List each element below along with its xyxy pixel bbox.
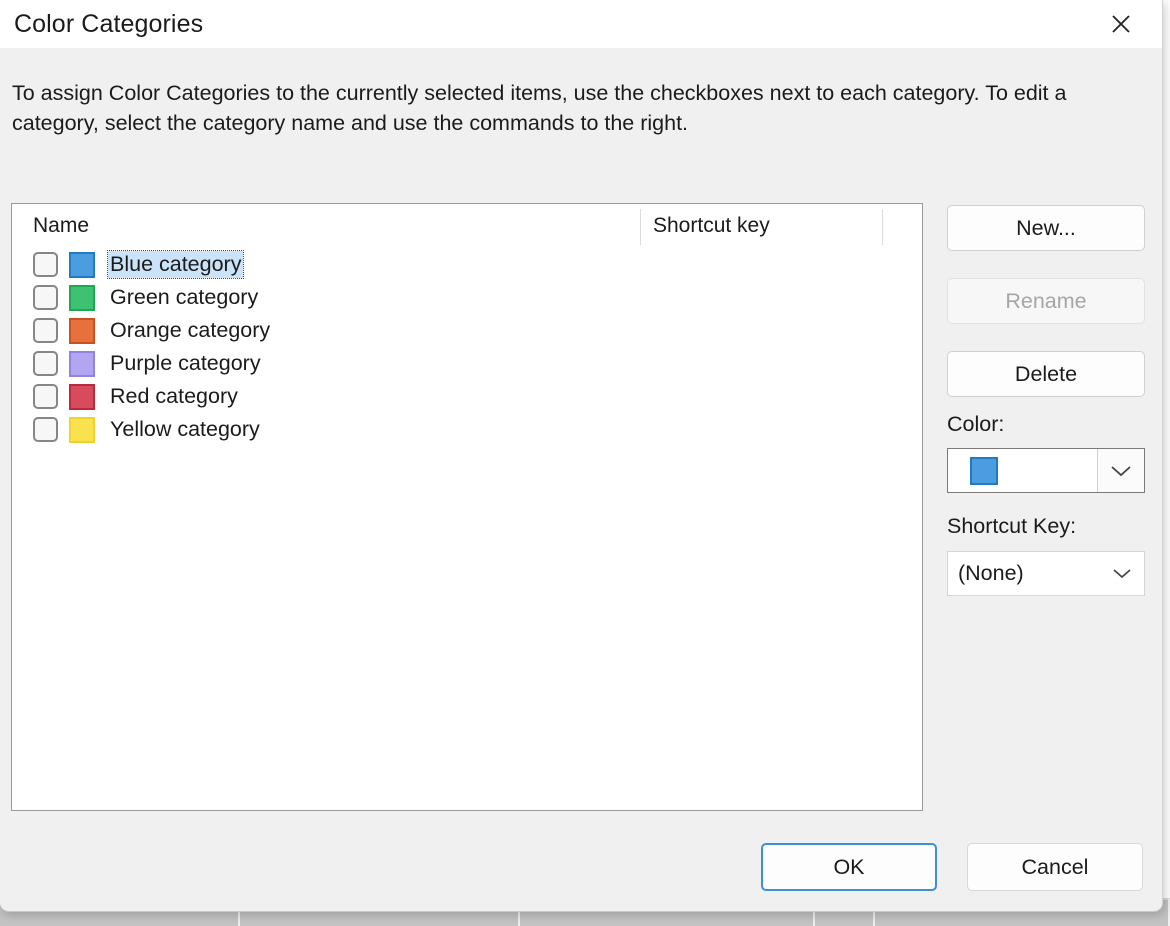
category-checkbox[interactable]	[33, 318, 58, 343]
chevron-down-icon[interactable]	[1100, 566, 1144, 581]
category-checkbox[interactable]	[33, 351, 58, 376]
table-row[interactable]: Orange category	[12, 314, 922, 347]
category-name-label[interactable]: Purple category	[108, 350, 263, 377]
new-category-button[interactable]: New...	[947, 205, 1145, 251]
dialog-title: Color Categories	[14, 10, 204, 38]
category-color-swatch	[69, 350, 95, 377]
table-row[interactable]: Green category	[12, 281, 922, 314]
color-swatch	[970, 456, 998, 485]
category-checkbox[interactable]	[33, 285, 58, 310]
delete-category-button[interactable]: Delete	[947, 351, 1145, 397]
category-listbox[interactable]: Name Shortcut key Blue category Green cat…	[11, 203, 923, 811]
category-name-label[interactable]: Yellow category	[108, 416, 262, 443]
category-color-swatch	[69, 416, 95, 443]
instructions-text: To assign Color Categories to the curren…	[12, 81, 1067, 135]
chevron-down-icon[interactable]	[1097, 449, 1144, 492]
category-color-swatch	[69, 251, 95, 278]
table-row[interactable]: Purple category	[12, 347, 922, 380]
column-divider	[640, 209, 641, 245]
category-checkbox[interactable]	[33, 417, 58, 442]
close-icon[interactable]	[1099, 4, 1143, 44]
color-dropdown[interactable]	[947, 448, 1145, 493]
dialog-titlebar: Color Categories	[0, 0, 1162, 48]
shortcut-key-label: Shortcut Key:	[947, 514, 1077, 538]
color-label: Color:	[947, 412, 1005, 436]
category-name-label[interactable]: Red category	[108, 383, 240, 410]
category-checkbox[interactable]	[33, 252, 58, 277]
column-header-shortcut-key[interactable]: Shortcut key	[653, 214, 770, 238]
table-row[interactable]: Yellow category	[12, 413, 922, 446]
shortcut-key-value: (None)	[958, 561, 1024, 585]
category-color-swatch	[69, 383, 95, 410]
category-name-label[interactable]: Blue category	[106, 250, 245, 279]
rename-category-button: Rename	[947, 278, 1145, 324]
color-categories-dialog: Color Categories To assign Color Categor…	[0, 0, 1163, 912]
category-color-swatch	[69, 284, 95, 311]
column-header-name[interactable]: Name	[33, 214, 89, 238]
shortcut-key-dropdown[interactable]: (None)	[947, 551, 1145, 596]
category-name-label[interactable]: Green category	[108, 284, 260, 311]
category-color-swatch	[69, 317, 95, 344]
ok-button[interactable]: OK	[761, 843, 937, 891]
table-row[interactable]: Blue category	[12, 248, 922, 281]
category-rows: Blue category Green category Orange catego…	[12, 248, 922, 446]
table-row[interactable]: Red category	[12, 380, 922, 413]
listbox-header: Name Shortcut key	[12, 204, 922, 248]
column-divider	[882, 209, 883, 245]
category-name-label[interactable]: Orange category	[108, 317, 272, 344]
category-checkbox[interactable]	[33, 384, 58, 409]
color-dropdown-value	[948, 449, 1097, 492]
cancel-button[interactable]: Cancel	[967, 843, 1143, 891]
